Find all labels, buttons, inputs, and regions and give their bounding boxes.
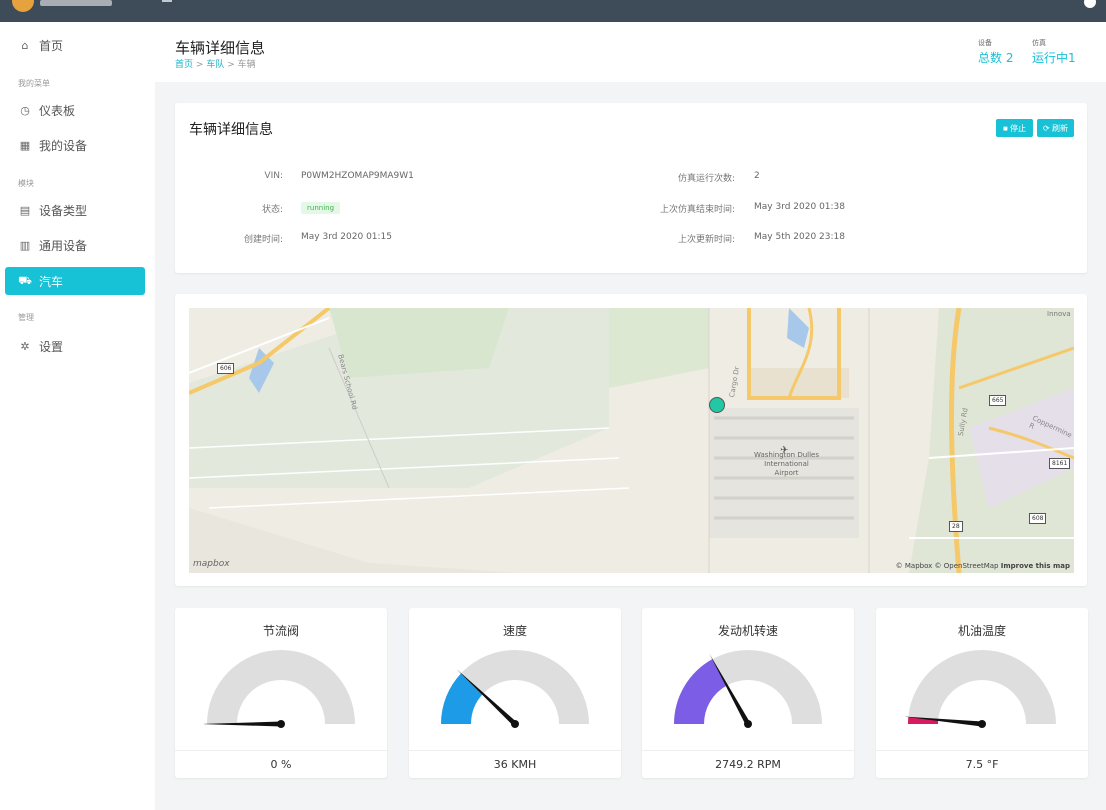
gauge-title: 发动机转速 xyxy=(717,624,778,638)
mapbox-logo[interactable]: mapbox xyxy=(193,559,230,569)
vehicle-details-card: 车辆详细信息 ■ 停止 ⟳ 刷新 VIN: P0WM2HZOMAP9MA9W1 … xyxy=(175,103,1087,273)
gauge-dial xyxy=(204,650,355,728)
field-label-last-update: 上次更新时间: xyxy=(677,235,735,245)
route-shield: 28 xyxy=(949,521,963,532)
field-label-last-sim-end: 上次仿真结束时间: xyxy=(659,205,735,215)
gauge-card-rpm: 发动机转速 2749.2 RPM xyxy=(642,608,854,778)
field-label-created: 创建时间: xyxy=(243,235,283,245)
gauge-track xyxy=(207,650,355,724)
gauge-card-throttle: 节流阀 0 % xyxy=(175,608,387,778)
gear-icon: ✲ xyxy=(20,339,30,353)
place-label: Innova xyxy=(1047,310,1071,318)
nav-group-my-menu: 我的菜单 xyxy=(18,79,50,88)
breadcrumb-vehicle: 车辆 xyxy=(237,60,256,70)
field-label-vin: VIN: xyxy=(264,171,283,181)
gauge-dial xyxy=(674,650,822,728)
field-label-run-count: 仿真运行次数: xyxy=(677,174,735,184)
sidebar-item-label: 设备类型 xyxy=(39,203,88,218)
dashboard-icon: ◷ xyxy=(20,103,30,117)
refresh-button[interactable]: ⟳ 刷新 xyxy=(1037,119,1074,137)
stop-button[interactable]: ■ 停止 xyxy=(996,119,1033,137)
gauge-title: 速度 xyxy=(502,624,527,638)
sidebar-item-settings[interactable]: ✲ 设置 xyxy=(5,332,145,360)
map-credit-text: © Mapbox © OpenStreetMap xyxy=(895,562,1001,570)
car-icon: ⛟ xyxy=(18,273,32,287)
vehicle-marker[interactable] xyxy=(709,397,725,413)
gauge-value: 0 % xyxy=(175,750,387,778)
status-badge: running xyxy=(301,202,341,214)
page-header: 车辆详细信息 首页 > 车队 > 车辆 设备 总数 2 仿真 运行中1 xyxy=(155,22,1106,82)
sidebar: ⌂ 首页 我的菜单 ◷ 仪表板 ▦ 我的设备 模块 ▤ 设备类型 ▥ 通用设备 … xyxy=(0,22,155,810)
sidebar-item-dashboard[interactable]: ◷ 仪表板 xyxy=(5,96,145,124)
gauge-hub xyxy=(744,720,752,728)
gauge-value: 7.5 °F xyxy=(876,750,1088,778)
gauge-title: 机油温度 xyxy=(957,624,1006,638)
improve-map-link[interactable]: Improve this map xyxy=(1001,562,1070,570)
stat-devices: 设备 总数 2 xyxy=(978,38,1013,66)
app-logo xyxy=(12,0,34,12)
sidebar-item-label: 我的设备 xyxy=(39,138,88,153)
page-title: 车辆详细信息 xyxy=(175,39,266,57)
sidebar-item-label: 设置 xyxy=(39,339,64,354)
gauge-dial xyxy=(905,650,1056,728)
route-shield: 8161 xyxy=(1049,458,1071,469)
app-brand xyxy=(40,0,112,6)
stat-simulation: 仿真 运行中1 xyxy=(1032,38,1076,66)
field-value-last-sim-end: May 3rd 2020 01:38 xyxy=(754,202,846,212)
gauge-value: 36 KMH xyxy=(409,750,621,778)
sidebar-item-car[interactable]: ⛟ 汽车 xyxy=(5,267,145,295)
map-card: 606 665 8161 28 608 Washington Dulles In… xyxy=(175,294,1087,586)
sidebar-item-label: 汽车 xyxy=(39,274,64,289)
breadcrumb-separator: > xyxy=(227,60,235,70)
home-icon: ⌂ xyxy=(21,38,29,52)
stat-label: 仿真 xyxy=(1032,39,1046,47)
table-icon: ▥ xyxy=(19,238,31,252)
user-avatar[interactable] xyxy=(1084,0,1096,8)
sidebar-item-my-devices[interactable]: ▦ 我的设备 xyxy=(5,131,145,159)
top-navbar xyxy=(0,0,1106,22)
nav-group-manage: 管理 xyxy=(18,313,34,322)
gauge-hub xyxy=(978,720,986,728)
stat-value: 运行中1 xyxy=(1032,51,1076,65)
sidebar-item-device-types[interactable]: ▤ 设备类型 xyxy=(5,196,145,224)
gauge-track xyxy=(908,650,1056,724)
field-label-status: 状态: xyxy=(261,205,283,215)
gauge-hub xyxy=(277,720,285,728)
gauge-hub xyxy=(511,720,519,728)
route-shield: 606 xyxy=(217,363,235,374)
gauge-title: 节流阀 xyxy=(262,624,299,638)
field-value-vin: P0WM2HZOMAP9MA9W1 xyxy=(301,171,414,181)
breadcrumb-fleet[interactable]: 车队 xyxy=(206,60,224,70)
breadcrumb: 首页 > 车队 > 车辆 xyxy=(175,57,256,70)
breadcrumb-home[interactable]: 首页 xyxy=(175,60,193,70)
gauge-card-speed: 速度 36 KMH xyxy=(409,608,621,778)
field-value-created: May 3rd 2020 01:15 xyxy=(301,232,393,242)
breadcrumb-separator: > xyxy=(195,60,204,70)
grid-icon: ▦ xyxy=(19,138,31,152)
document-icon: ▤ xyxy=(19,203,31,217)
sidebar-item-home[interactable]: ⌂ 首页 xyxy=(5,31,145,59)
gauge-card-oil-temp: 机油温度 7.5 °F xyxy=(876,608,1088,778)
field-value-last-update: May 5th 2020 23:18 xyxy=(754,232,845,242)
stat-value: 总数 2 xyxy=(978,51,1014,65)
airport-icon: ✈ xyxy=(780,445,789,456)
sidebar-item-label: 通用设备 xyxy=(39,238,88,253)
map-base xyxy=(189,308,1074,573)
details-title: 车辆详细信息 xyxy=(189,122,273,138)
nav-group-modules: 模块 xyxy=(18,179,34,188)
map[interactable]: 606 665 8161 28 608 Washington Dulles In… xyxy=(189,308,1074,573)
map-attribution: © Mapbox © OpenStreetMap Improve this ma… xyxy=(896,562,1070,570)
sidebar-item-label: 仪表板 xyxy=(39,103,76,118)
route-shield: 608 xyxy=(1029,513,1047,524)
field-value-run-count: 2 xyxy=(754,171,760,181)
sidebar-item-label: 首页 xyxy=(39,38,64,53)
stat-label: 设备 xyxy=(978,39,992,47)
gauge-value: 2749.2 RPM xyxy=(642,750,854,778)
menu-toggle-icon[interactable] xyxy=(162,0,172,4)
route-shield: 665 xyxy=(989,395,1007,406)
gauge-dial xyxy=(441,650,589,728)
sidebar-item-generic-devices[interactable]: ▥ 通用设备 xyxy=(5,231,145,259)
